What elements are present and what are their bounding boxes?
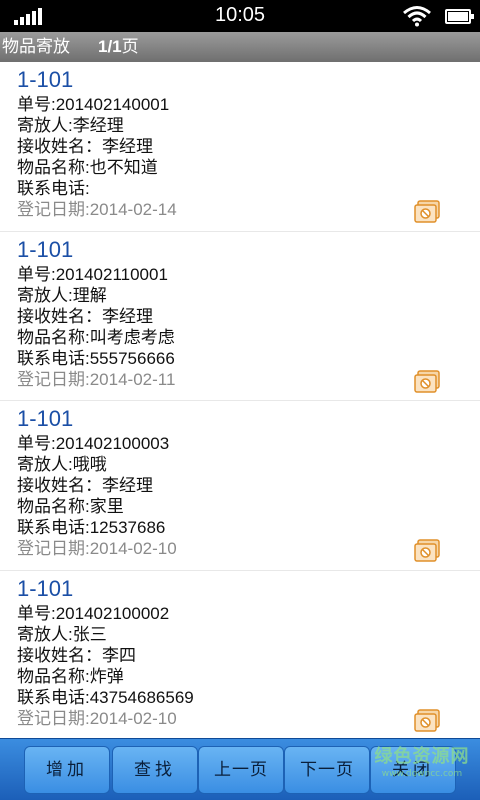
depositor: 寄放人:李经理 <box>17 116 124 135</box>
register-date: 登记日期:2014-02-10 <box>17 708 177 728</box>
page-number: 1/1 <box>98 37 122 56</box>
room-number: 1-101 <box>17 236 74 262</box>
next-page-button[interactable]: 下一页 <box>284 746 370 794</box>
title-bar: 物品寄放 1/1页 <box>0 32 480 62</box>
receiver-name: 接收姓名：李四 <box>17 645 136 665</box>
room-number: 1-101 <box>17 575 74 601</box>
list-item[interactable]: 1-101 单号:201402100002 寄放人:张三 接收姓名：李四 物品名… <box>0 571 480 739</box>
contact-phone: 联系电话:12537686 <box>17 518 166 537</box>
order-number: 单号:201402140001 <box>17 95 170 114</box>
image-thumbnail-icon[interactable] <box>413 708 441 734</box>
room-number: 1-101 <box>17 406 74 431</box>
contact-phone: 联系电话:43754686569 <box>17 687 194 707</box>
register-date: 登记日期:2014-02-10 <box>17 539 177 558</box>
battery-icon <box>445 9 474 24</box>
list-item[interactable]: 1-101 单号:201402140001 寄放人:李经理 接收姓名：李经理 物… <box>0 62 480 232</box>
depositor: 寄放人:张三 <box>17 624 107 644</box>
image-thumbnail-icon[interactable] <box>413 369 441 395</box>
list-item[interactable]: 1-101 单号:201402110001 寄放人:理解 接收姓名：李经理 物品… <box>0 232 480 401</box>
depositor: 寄放人:哦哦 <box>17 455 107 474</box>
page-unit: 页 <box>121 37 139 56</box>
wifi-icon <box>403 6 431 27</box>
register-date: 登记日期:2014-02-14 <box>17 200 177 219</box>
contact-phone: 联系电话: <box>17 179 90 198</box>
goods-name: 物品名称:家里 <box>17 497 124 516</box>
goods-name: 物品名称:叫考虑考虑 <box>17 327 175 347</box>
watermark-url: www.downcc.com <box>381 769 463 779</box>
register-date: 登记日期:2014-02-11 <box>17 369 176 389</box>
order-number: 单号:201402100003 <box>17 434 170 453</box>
room-number: 1-101 <box>17 67 74 92</box>
depositor: 寄放人:理解 <box>17 285 107 305</box>
contact-phone: 联系电话:555756666 <box>17 348 175 368</box>
receiver-name: 接收姓名：李经理 <box>17 476 153 495</box>
find-button[interactable]: 查找 <box>112 746 198 794</box>
watermark-logo: 绿色资源网 www.downcc.com <box>372 746 472 796</box>
goods-name: 物品名称:炸弹 <box>17 666 124 686</box>
watermark-text: 绿色资源网 <box>374 746 470 767</box>
receiver-name: 接收姓名：李经理 <box>17 137 153 156</box>
list-item[interactable]: 1-101 单号:201402100003 寄放人:哦哦 接收姓名：李经理 物品… <box>0 401 480 571</box>
page-title: 物品寄放 <box>2 37 70 56</box>
deposit-list[interactable]: 1-101 单号:201402140001 寄放人:李经理 接收姓名：李经理 物… <box>0 62 480 738</box>
order-number: 单号:201402110001 <box>17 264 168 284</box>
page-indicator: 1/1页 <box>98 32 139 62</box>
image-thumbnail-icon[interactable] <box>413 538 441 564</box>
order-number: 单号:201402100002 <box>17 603 170 623</box>
prev-page-button[interactable]: 上一页 <box>198 746 284 794</box>
add-button[interactable]: 增加 <box>24 746 110 794</box>
receiver-name: 接收姓名：李经理 <box>17 306 153 326</box>
status-bar: 10:05 <box>0 0 480 32</box>
image-thumbnail-icon[interactable] <box>413 199 441 225</box>
goods-name: 物品名称:也不知道 <box>17 158 158 177</box>
